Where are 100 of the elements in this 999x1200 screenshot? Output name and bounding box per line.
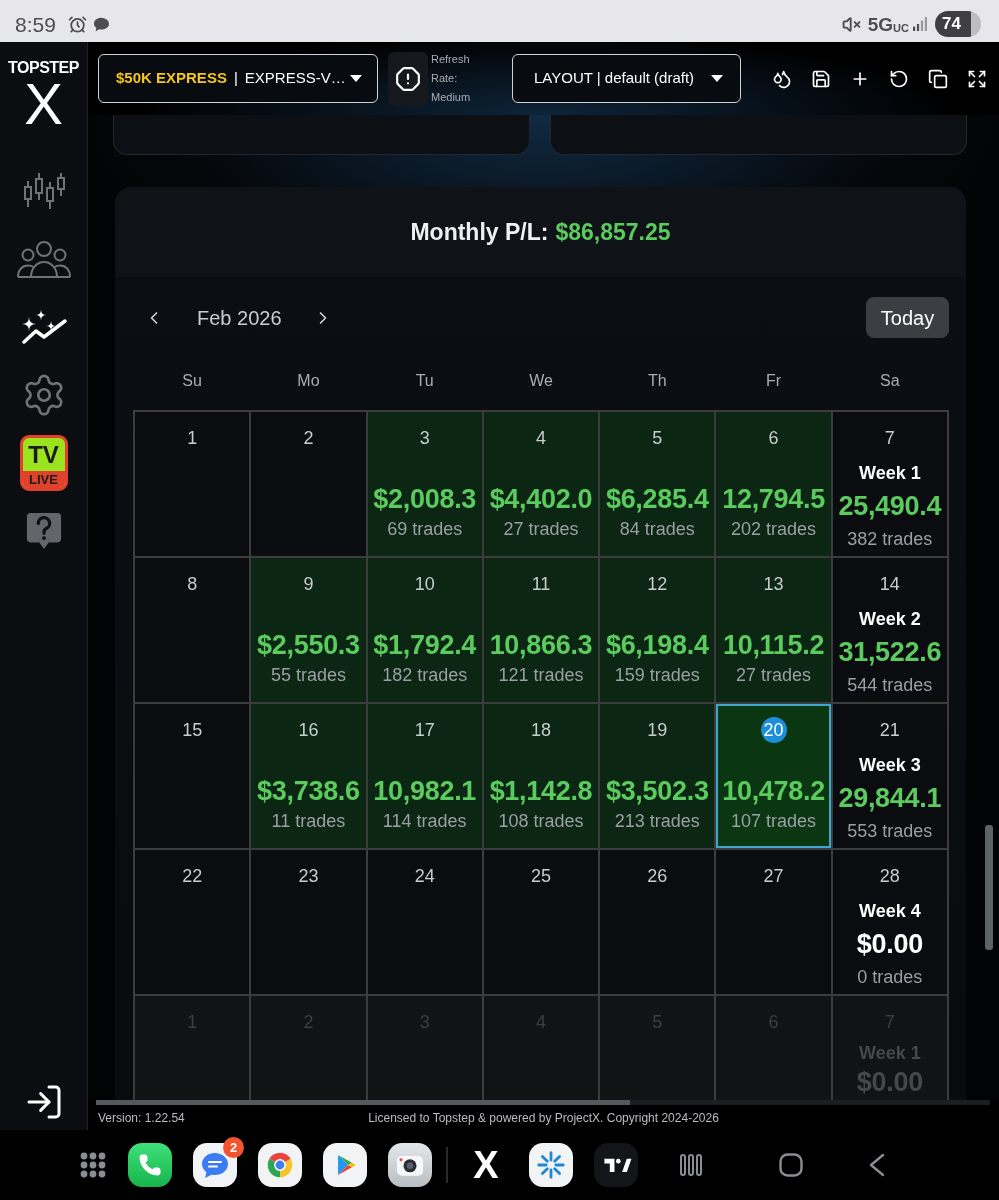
calendar-day[interactable]: 21 Week 3 29,844.1 553 trades bbox=[832, 704, 947, 848]
trade-count: 69 trades bbox=[387, 518, 463, 540]
week-trade-count: 544 trades bbox=[847, 674, 933, 696]
alert-button[interactable] bbox=[388, 51, 428, 106]
day-number: 26 bbox=[647, 865, 668, 888]
weekday-label: Tu bbox=[414, 371, 435, 391]
day-pnl: $3,502.3 bbox=[605, 775, 709, 808]
phone-app-icon[interactable] bbox=[128, 1143, 172, 1187]
calendar-day[interactable]: 6 12,794.5 202 trades bbox=[716, 412, 831, 556]
day-number: 7 bbox=[884, 427, 895, 450]
calendar-day[interactable]: 13 10,115.2 27 trades bbox=[716, 558, 831, 702]
browser-app-icon[interactable] bbox=[258, 1143, 302, 1187]
scrollbar-thumb[interactable] bbox=[985, 825, 993, 950]
help-bubble-icon bbox=[24, 511, 63, 551]
calendar-day[interactable]: 28 Week 4 $0.00 0 trades bbox=[832, 850, 947, 994]
live-tv-button[interactable]: TV LIVE bbox=[19, 435, 68, 491]
calendar-day[interactable]: 24 bbox=[367, 850, 482, 994]
undo-icon bbox=[889, 68, 909, 89]
week-label: Week 4 bbox=[859, 900, 921, 923]
play-app-icon[interactable] bbox=[323, 1143, 367, 1187]
day-pnl: $2,550.3 bbox=[257, 629, 360, 662]
week-trade-count: 553 trades bbox=[847, 820, 933, 842]
day-number: 10 bbox=[414, 573, 435, 596]
week-pnl: $0.00 bbox=[856, 928, 923, 961]
day-number: 4 bbox=[536, 427, 546, 450]
account-dropdown[interactable]: $50K EXPRESS | EXPRESS-V… bbox=[98, 54, 378, 103]
day-pnl: 12,794.5 bbox=[722, 483, 825, 516]
weekday-label: Fr bbox=[765, 371, 783, 391]
week-trade-count: 0 trades bbox=[857, 966, 923, 988]
day-pnl: $4,402.0 bbox=[489, 483, 593, 516]
signal-icon bbox=[913, 17, 927, 31]
back-icon[interactable] bbox=[869, 1153, 885, 1177]
trade-count: 108 trades bbox=[498, 810, 584, 832]
calendar-day[interactable]: 7 Week 1 25,490.4 382 trades bbox=[832, 412, 947, 556]
calendar-day[interactable]: 17 10,982.1 114 trades bbox=[367, 704, 482, 848]
calendar-day[interactable]: 9 $2,550.3 55 trades bbox=[251, 558, 366, 702]
calendar-day[interactable]: 16 $3,738.6 11 trades bbox=[251, 704, 366, 848]
calendar-day[interactable]: 19 $3,502.3 213 trades bbox=[600, 704, 715, 848]
calendar-day[interactable]: 15 bbox=[135, 704, 250, 848]
community-nav-button[interactable] bbox=[14, 238, 73, 280]
layout-dropdown[interactable]: LAYOUT | default (draft) bbox=[512, 54, 741, 103]
logo-wordmark: TOPSTEP bbox=[8, 58, 79, 78]
calendar-day[interactable]: 10 $1,792.4 182 trades bbox=[367, 558, 482, 702]
day-number: 2 bbox=[303, 427, 314, 450]
trade-count: 84 trades bbox=[619, 518, 695, 540]
week-label: Week 3 bbox=[859, 754, 921, 777]
weekday-label: We bbox=[528, 371, 554, 391]
day-number: 25 bbox=[530, 865, 551, 888]
calendar-day[interactable]: 2 bbox=[251, 412, 366, 556]
starburst-app-icon[interactable] bbox=[529, 1143, 573, 1187]
camera-app-icon[interactable] bbox=[388, 1143, 432, 1187]
day-number: 8 bbox=[187, 573, 198, 596]
calendar-day[interactable]: 11 10,866.3 121 trades bbox=[483, 558, 599, 702]
week-pnl: 25,490.4 bbox=[838, 490, 942, 523]
weekday-label: Th bbox=[646, 371, 668, 391]
calendar-day[interactable]: 8 bbox=[135, 558, 250, 702]
calendar-day[interactable]: 12 $6,198.4 159 trades bbox=[600, 558, 715, 702]
recent-apps-icon[interactable] bbox=[679, 1153, 703, 1177]
app-logo-icon[interactable] bbox=[594, 1143, 638, 1187]
caret-icon bbox=[711, 75, 723, 82]
home-icon[interactable] bbox=[779, 1153, 803, 1177]
calendar-day[interactable]: 27 bbox=[716, 850, 831, 994]
day-pnl: $6,285.4 bbox=[605, 483, 709, 516]
week-trade-count: 382 trades bbox=[847, 528, 933, 550]
day-number: 24 bbox=[414, 865, 435, 888]
week-label: Week 1 bbox=[859, 462, 921, 485]
day-pnl: 10,982.1 bbox=[373, 775, 477, 808]
calendar-day[interactable]: 14 Week 2 31,522.6 544 trades bbox=[832, 558, 947, 702]
warning-icon bbox=[395, 65, 421, 92]
calendar-day[interactable]: 18 $1,142.8 108 trades bbox=[483, 704, 599, 848]
license-text: Licensed to Topstep & powered by ProjectX. Copyright 2024-2026 bbox=[368, 1109, 719, 1127]
calendar-day[interactable]: 4 $4,402.0 27 trades bbox=[483, 412, 599, 556]
trade-count: 121 trades bbox=[498, 664, 584, 686]
day-pnl: $1,142.8 bbox=[489, 775, 593, 808]
calendar-day[interactable]: 26 bbox=[600, 850, 715, 994]
copy-icon bbox=[928, 68, 948, 89]
app-grid-icon[interactable] bbox=[80, 1152, 106, 1178]
calendar-day[interactable]: 3 $2,008.3 69 trades bbox=[367, 412, 482, 556]
day-number: 22 bbox=[182, 865, 203, 888]
day-number: 13 bbox=[763, 573, 784, 596]
trade-count: 202 trades bbox=[731, 518, 817, 540]
scrollbar-thumb[interactable] bbox=[96, 1100, 630, 1105]
today-button[interactable]: Today bbox=[866, 297, 949, 338]
calendar-day[interactable]: 5 $6,285.4 84 trades bbox=[600, 412, 715, 556]
network-type: 5G bbox=[867, 14, 894, 34]
monthly-pl-value: $86,857.25 bbox=[555, 217, 671, 247]
calendar-day[interactable]: 20 10,478.2 107 trades bbox=[716, 704, 831, 848]
account-name: EXPRESS-V… bbox=[244, 68, 346, 89]
calendar-day[interactable]: 22 bbox=[135, 850, 250, 994]
day-number: 18 bbox=[530, 719, 551, 742]
trade-count: 159 trades bbox=[614, 664, 700, 686]
mute-icon bbox=[841, 14, 861, 34]
week-pnl: 31,522.6 bbox=[838, 636, 942, 669]
calendar-day[interactable]: 25 bbox=[483, 850, 599, 994]
calendar-day[interactable]: 1 bbox=[135, 412, 250, 556]
day-number: 28 bbox=[879, 865, 900, 888]
day-pnl: 10,478.2 bbox=[722, 775, 825, 808]
calendar-day[interactable]: 23 bbox=[251, 850, 366, 994]
weekday-label: Mo bbox=[296, 371, 321, 391]
chat-app-icon[interactable] bbox=[193, 1143, 237, 1187]
